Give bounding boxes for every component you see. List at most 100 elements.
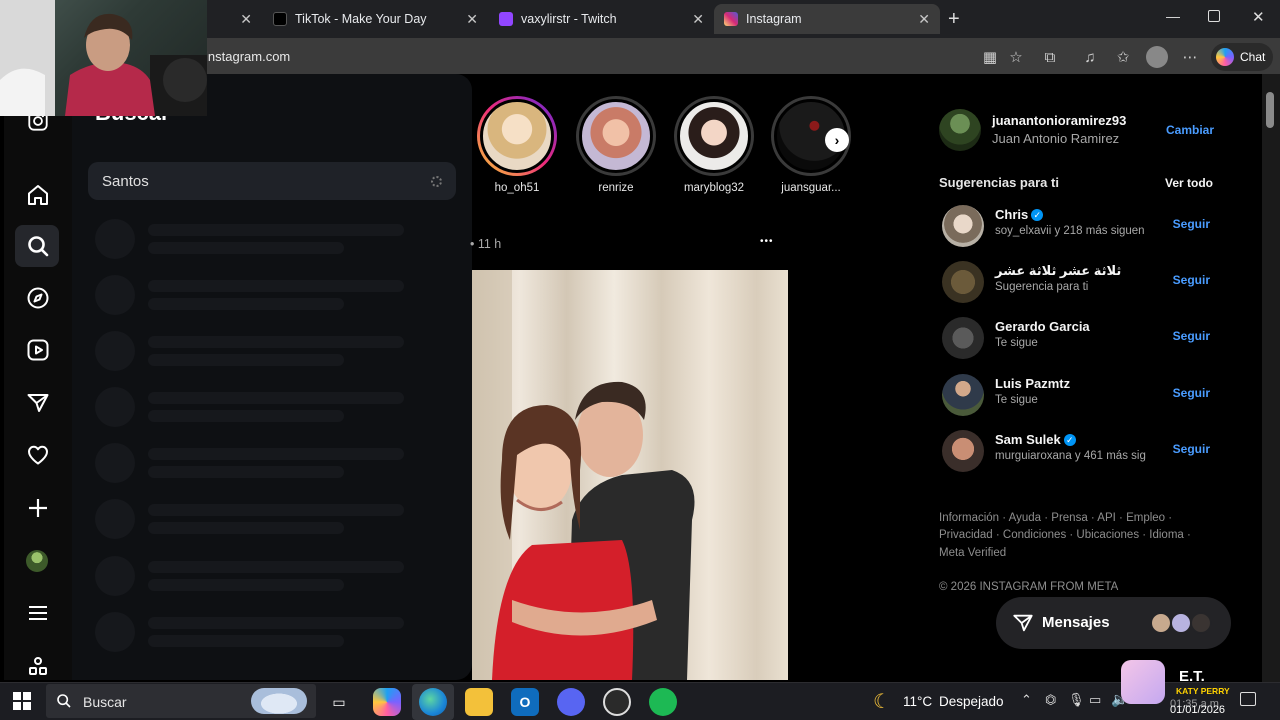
see-all-link[interactable]: Ver todo — [1165, 176, 1213, 190]
close-window-icon[interactable]: ✕ — [1252, 8, 1265, 26]
suggestion-name[interactable]: Gerardo Garcia — [995, 319, 1090, 334]
url-field[interactable]: instagram.com — [205, 49, 290, 64]
tab-instagram[interactable]: Instagram ✕ — [714, 4, 940, 34]
task-view-icon[interactable]: ▭ — [325, 688, 353, 716]
scrollbar-track[interactable] — [1262, 74, 1280, 682]
obs-icon[interactable] — [603, 688, 631, 716]
minimize-icon[interactable]: — — [1166, 8, 1180, 24]
weather-description[interactable]: Despejado — [939, 694, 1004, 709]
more-menu-icon[interactable]: ⋯ — [1179, 46, 1201, 68]
story-item[interactable]: ho_oh51 — [477, 96, 557, 194]
more-apps-icon[interactable] — [23, 652, 53, 682]
menu-icon[interactable] — [23, 598, 53, 628]
footer-links-1[interactable]: Información · Ayuda · Prensa · API · Emp… — [939, 512, 1172, 524]
profile-avatar-icon[interactable] — [1146, 46, 1168, 68]
skeleton-line — [148, 448, 404, 460]
tab-tiktok[interactable]: TikTok - Make Your Day ✕ — [263, 4, 488, 34]
microphone-icon[interactable]: 🎙 — [1068, 692, 1085, 708]
suggestion-item: Sam Sulek ✓ murguiaroxana y 461 más sig S… — [940, 428, 1220, 474]
favorites-icon[interactable]: ✩ — [1112, 46, 1134, 68]
twitch-icon — [499, 12, 513, 26]
suggestion-item: Luis Pazmtz Te sigue Seguir — [940, 372, 1220, 418]
messages-button[interactable]: Mensajes — [996, 597, 1231, 649]
copilot-chat-button[interactable]: Chat — [1211, 43, 1273, 71]
suggestion-name[interactable]: ثلاثة عشر ثلاثة عشر — [995, 263, 1121, 279]
suggestion-avatar[interactable] — [942, 374, 984, 416]
notifications-heart-icon[interactable] — [23, 440, 53, 470]
tab-twitch[interactable]: vaxylirstr - Twitch ✕ — [489, 4, 714, 34]
weather-moon-icon: ☾ — [873, 691, 891, 713]
current-user-avatar[interactable] — [939, 109, 981, 151]
apps-icon[interactable]: ▦ — [979, 46, 1001, 68]
maximize-icon[interactable] — [1208, 10, 1220, 22]
story-ring — [674, 96, 754, 176]
current-username[interactable]: juanantonioramirez93 — [992, 113, 1126, 128]
skeleton-avatar — [95, 387, 135, 427]
explore-icon[interactable] — [23, 283, 53, 313]
weather-temperature[interactable]: 11°C — [903, 694, 932, 709]
favorite-star-icon[interactable]: ☆ — [1005, 46, 1027, 68]
new-tab-icon[interactable]: + — [948, 8, 960, 31]
tray-app-icon[interactable]: ⏣ — [1045, 692, 1056, 708]
search-input[interactable]: Santos — [88, 162, 456, 200]
profile-avatar[interactable] — [26, 550, 48, 572]
follow-button[interactable]: Seguir — [1173, 442, 1210, 456]
story-ring — [477, 96, 557, 176]
suggestion-avatar[interactable] — [942, 317, 984, 359]
file-explorer-icon[interactable] — [465, 688, 493, 716]
copilot-app-icon[interactable] — [373, 688, 401, 716]
switch-account-link[interactable]: Cambiar — [1166, 123, 1214, 137]
skeleton-line — [148, 504, 404, 516]
loading-spinner-icon — [431, 176, 442, 187]
close-tab-icon[interactable]: ✕ — [240, 11, 252, 28]
current-full-name: Juan Antonio Ramirez — [992, 131, 1120, 146]
system-tray-chevron-icon[interactable]: ⌃ — [1021, 692, 1032, 708]
spotify-icon[interactable] — [649, 688, 677, 716]
search-icon — [57, 694, 71, 708]
suggestion-name[interactable]: Luis Pazmtz — [995, 376, 1070, 391]
follow-button[interactable]: Seguir — [1173, 329, 1210, 343]
extensions-icon[interactable]: ⧉ — [1039, 46, 1061, 68]
media-icon[interactable]: ♫ — [1079, 46, 1101, 68]
tab-hidden[interactable]: ✕ — [207, 4, 262, 34]
close-tab-icon[interactable]: ✕ — [692, 11, 704, 28]
message-avatar — [1190, 612, 1212, 634]
home-icon[interactable] — [23, 180, 53, 210]
messages-icon[interactable] — [23, 388, 53, 418]
reels-icon[interactable] — [23, 335, 53, 365]
discord-icon[interactable] — [557, 688, 585, 716]
now-playing-artwork[interactable] — [1121, 660, 1165, 704]
close-tab-icon[interactable]: ✕ — [466, 11, 478, 28]
footer-links-3[interactable]: Meta Verified — [939, 547, 1006, 559]
skeleton-avatar — [95, 556, 135, 596]
skeleton-avatar — [95, 219, 135, 259]
suggestion-name[interactable]: Chris ✓ — [995, 207, 1044, 222]
clock-date[interactable]: 01/01/2026 — [1170, 704, 1225, 716]
story-item[interactable]: renrize — [576, 96, 656, 194]
follow-button[interactable]: Seguir — [1173, 386, 1210, 400]
suggestion-name[interactable]: Sam Sulek ✓ — [995, 432, 1076, 447]
stories-next-arrow-icon[interactable]: › — [825, 128, 849, 152]
suggestion-avatar[interactable] — [942, 261, 984, 303]
follow-button[interactable]: Seguir — [1173, 217, 1210, 231]
footer-links-2[interactable]: Privacidad · Condiciones · Ubicaciones ·… — [939, 529, 1191, 541]
taskbar-search-box[interactable]: Buscar — [46, 684, 316, 718]
suggestion-item: Gerardo Garcia Te sigue Seguir — [940, 315, 1220, 361]
search-icon[interactable] — [23, 231, 53, 261]
network-icon[interactable]: ▭ — [1089, 692, 1101, 708]
scrollbar-thumb[interactable] — [1266, 92, 1274, 128]
story-item[interactable]: maryblog32 — [674, 96, 754, 194]
windows-start-icon[interactable] — [13, 692, 31, 715]
create-plus-icon[interactable] — [23, 493, 53, 523]
edge-browser-icon[interactable] — [419, 688, 447, 716]
story-avatar — [480, 99, 554, 173]
suggestion-avatar[interactable] — [942, 205, 984, 247]
post-image[interactable] — [472, 270, 788, 680]
post-more-options-icon[interactable]: ••• — [760, 236, 774, 247]
outlook-icon[interactable]: O — [511, 688, 539, 716]
follow-button[interactable]: Seguir — [1173, 273, 1210, 287]
suggestion-avatar[interactable] — [942, 430, 984, 472]
notifications-icon[interactable] — [1240, 692, 1256, 706]
skeleton-avatar — [95, 612, 135, 652]
close-tab-icon[interactable]: ✕ — [918, 11, 930, 28]
